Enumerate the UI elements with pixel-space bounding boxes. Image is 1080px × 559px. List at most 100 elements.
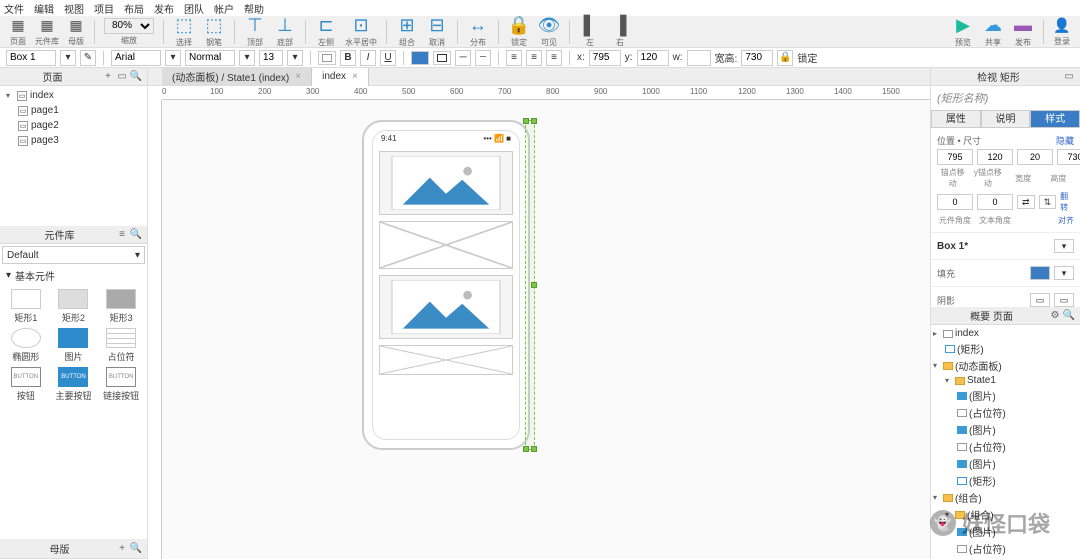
hide-link[interactable]: 隐藏 <box>1056 134 1074 147</box>
insp-h[interactable] <box>1057 149 1080 165</box>
bold-button[interactable]: B <box>340 50 356 66</box>
outline-item[interactable]: (图片) <box>933 455 1078 472</box>
outline-search-icon[interactable]: 🔍 <box>1062 309 1076 323</box>
menu-arrange[interactable]: 布局 <box>124 1 144 16</box>
lib-button[interactable]: BUTTON按钮 <box>4 367 48 402</box>
outline-item[interactable]: ▾(动态面板) <box>933 357 1078 374</box>
inspector-detach-icon[interactable]: ▭ <box>1062 70 1076 84</box>
size-input[interactable] <box>259 50 283 66</box>
placeholder-widget-1[interactable] <box>379 221 513 269</box>
page-page1[interactable]: ▭page1 <box>2 103 145 118</box>
lib-image[interactable]: 图片 <box>52 328 96 363</box>
add-folder-icon[interactable]: ▭ <box>115 70 129 84</box>
fill-color-swatch[interactable] <box>1030 266 1050 280</box>
close-icon[interactable]: × <box>352 71 358 82</box>
weight-dropdown[interactable]: ▾ <box>239 50 255 66</box>
fill-dropdown[interactable]: ▾ <box>1054 266 1074 280</box>
insp-rot[interactable] <box>937 194 973 210</box>
insp-x[interactable] <box>937 149 973 165</box>
menu-team[interactable]: 团队 <box>184 1 204 16</box>
lib-search-icon[interactable]: 🔍 <box>129 228 143 242</box>
underline-button[interactable]: U <box>380 50 396 66</box>
page-page3[interactable]: ▭page3 <box>2 133 145 148</box>
panel-toggle-masters[interactable]: ▦母版 <box>64 17 88 47</box>
inner-shadow[interactable]: ▭ <box>1054 293 1074 307</box>
align-left[interactable]: ⊏左侧 <box>312 16 340 48</box>
align-right-text[interactable]: ≡ <box>546 50 562 66</box>
lib-menu-icon[interactable]: ≡ <box>115 228 129 242</box>
library-section[interactable]: ▾基本元件 <box>0 266 147 285</box>
lib-rect1[interactable]: 矩形1 <box>4 289 48 324</box>
outline-item[interactable]: (矩形) <box>933 340 1078 357</box>
style-dropdown[interactable]: ▾ <box>60 50 76 66</box>
outline-item[interactable]: ▾State1 <box>933 374 1078 387</box>
outline-filter-icon[interactable]: ⚙ <box>1048 309 1062 323</box>
ungroup-button[interactable]: ⊟取消 <box>423 16 451 48</box>
border-style[interactable]: ┄ <box>475 50 491 66</box>
w-input[interactable] <box>687 50 711 66</box>
align-l[interactable]: ▌左 <box>576 16 604 48</box>
lib-placeholder[interactable]: 占位符 <box>99 328 143 363</box>
tab-properties[interactable]: 属性 <box>931 110 981 128</box>
redo-button[interactable]: ⬚钢笔 <box>200 16 228 48</box>
outline-item[interactable]: (图片) <box>933 421 1078 438</box>
weight-select[interactable] <box>185 50 235 66</box>
tab-dynamic-panel[interactable]: (动态面板) / State1 (index)× <box>162 68 312 86</box>
lock-ratio[interactable]: 🔒 <box>777 50 793 66</box>
distribute-h[interactable]: ↔分布 <box>464 16 492 48</box>
tab-notes[interactable]: 说明 <box>981 110 1031 128</box>
outline-item[interactable]: (矩形) <box>933 472 1078 489</box>
outline-item[interactable]: (图片) <box>933 387 1078 404</box>
panel-toggle-pages[interactable]: ▦页面 <box>6 17 30 47</box>
align-r[interactable]: ▐右 <box>606 16 634 48</box>
size-dropdown[interactable]: ▾ <box>287 50 303 66</box>
eyedropper-icon[interactable]: ✎ <box>80 50 96 66</box>
master-search-icon[interactable]: 🔍 <box>129 542 143 556</box>
insp-y[interactable] <box>977 149 1013 165</box>
lib-link-button[interactable]: BUTTON链接按钮 <box>99 367 143 402</box>
element-name[interactable]: (矩形名称) <box>931 86 1080 110</box>
border-color[interactable] <box>433 51 451 65</box>
italic-button[interactable]: I <box>360 50 376 66</box>
placeholder-widget-2[interactable] <box>379 345 513 375</box>
image-widget-1[interactable] <box>379 151 513 215</box>
flip-v-icon[interactable]: ⇅ <box>1039 195 1057 209</box>
outline-item[interactable]: (图片) <box>933 523 1078 540</box>
lib-rect3[interactable]: 矩形3 <box>99 289 143 324</box>
insp-w[interactable] <box>1017 149 1053 165</box>
visible-button[interactable]: 👁可见 <box>535 16 563 48</box>
panel-toggle-library[interactable]: ▦元件库 <box>32 17 62 47</box>
outer-shadow[interactable]: ▭ <box>1030 293 1050 307</box>
zoom-select[interactable]: 80%缩放 <box>101 18 157 46</box>
text-color[interactable] <box>411 51 429 65</box>
tab-index[interactable]: index× <box>312 68 369 86</box>
lib-primary-button[interactable]: BUTTON主要按钮 <box>52 367 96 402</box>
menu-edit[interactable]: 编辑 <box>34 1 54 16</box>
search-icon[interactable]: 🔍 <box>129 70 143 84</box>
group-button[interactable]: ⊞组合 <box>393 16 421 48</box>
align-center[interactable]: ⊡水平居中 <box>342 16 380 48</box>
outline-item[interactable]: (占位符) <box>933 438 1078 455</box>
lib-rect2[interactable]: 矩形2 <box>52 289 96 324</box>
font-dropdown[interactable]: ▾ <box>165 50 181 66</box>
border-width[interactable]: ─ <box>455 50 471 66</box>
login-button[interactable]: 👤登录 <box>1050 17 1074 47</box>
menu-publish[interactable]: 发布 <box>154 1 174 16</box>
outline-item[interactable]: ▾(组合) <box>933 506 1078 523</box>
add-page-icon[interactable]: + <box>101 70 115 84</box>
align-left-text[interactable]: ≡ <box>506 50 522 66</box>
align-bottom[interactable]: ⊥底部 <box>271 16 299 48</box>
insp-txtrot[interactable] <box>977 194 1013 210</box>
canvas[interactable]: 9:41 ••• 📶 ■ <box>162 100 930 559</box>
x-input[interactable] <box>589 50 621 66</box>
fill-color[interactable] <box>318 51 336 65</box>
outline-item[interactable]: (占位符) <box>933 404 1078 421</box>
page-index[interactable]: ▾▭index <box>2 88 145 103</box>
outline-root[interactable]: ▸index <box>933 327 1078 340</box>
library-set-select[interactable]: Default▾ <box>2 246 145 264</box>
menu-view[interactable]: 视图 <box>64 1 84 16</box>
close-icon[interactable]: × <box>295 71 301 82</box>
menu-help[interactable]: 帮助 <box>244 1 264 16</box>
shape-name-input[interactable] <box>6 50 56 66</box>
menu-project[interactable]: 项目 <box>94 1 114 16</box>
